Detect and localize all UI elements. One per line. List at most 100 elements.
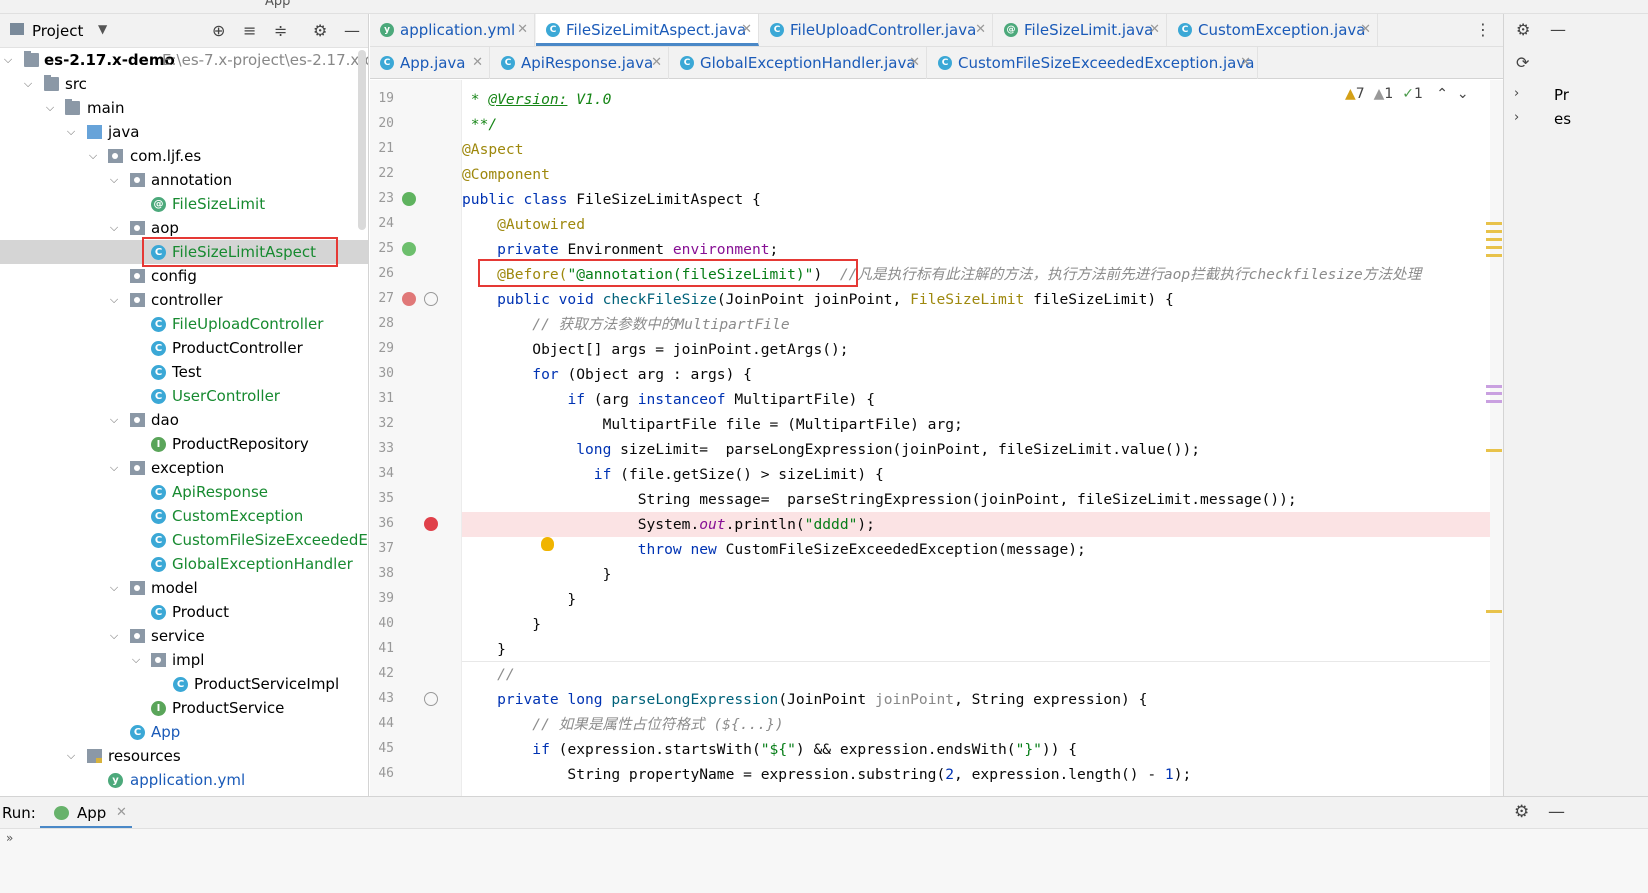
tab-filesizelimit[interactable]: @ FileSizeLimit.java ✕ xyxy=(994,14,1167,46)
chevron-down-icon[interactable]: ⌵ xyxy=(108,288,120,312)
gear-icon[interactable]: ⚙ xyxy=(313,21,327,40)
tree-item-resources[interactable]: ⌵ resources xyxy=(0,744,368,768)
run-console-area[interactable]: » xyxy=(0,828,1648,893)
tree-item-annotation[interactable]: ⌵ annotation xyxy=(0,168,368,192)
tab-globalexceptionhandler[interactable]: C GlobalExceptionHandler.java ✕ xyxy=(670,47,927,79)
hide-panel-icon[interactable]: — xyxy=(344,21,360,40)
expand-all-icon[interactable]: ≡ xyxy=(243,21,256,40)
refresh-icon[interactable]: ⟳ xyxy=(1516,53,1529,72)
tree-item-filesizelimit[interactable]: @ FileSizeLimit xyxy=(0,192,368,216)
run-tab-app[interactable]: App ✕ xyxy=(40,797,132,829)
tree-item-exception[interactable]: ⌵ exception xyxy=(0,456,368,480)
chevron-down-icon[interactable]: ⌵ xyxy=(2,48,14,72)
tree-item-dao[interactable]: ⌵ dao xyxy=(0,408,368,432)
tree-scrollbar[interactable] xyxy=(358,50,366,230)
close-icon[interactable]: ✕ xyxy=(975,14,986,46)
tree-item-controller[interactable]: ⌵ controller xyxy=(0,288,368,312)
editor-gutter[interactable]: 19 20 21 22 23 24 25 26 27 28 29 30 31 3… xyxy=(370,80,462,796)
run-config-selector[interactable]: App xyxy=(265,0,290,9)
tab-customexception[interactable]: C CustomException.java ✕ xyxy=(1168,14,1378,46)
close-icon[interactable]: ✕ xyxy=(741,14,752,46)
advice-icon[interactable] xyxy=(402,292,416,306)
code-editor[interactable]: * @Version: V1.0 **/ @Aspect @Component … xyxy=(462,80,1490,796)
close-icon[interactable]: ✕ xyxy=(517,14,528,46)
tab-filesizelimitaspect[interactable]: C FileSizeLimitAspect.java ✕ xyxy=(536,14,759,46)
tree-item-product[interactable]: C Product xyxy=(0,600,368,624)
warning-marker[interactable] xyxy=(1486,246,1502,249)
spring-bean-icon[interactable] xyxy=(402,192,416,206)
maven-project-item[interactable]: es xyxy=(1554,110,1571,128)
chevron-down-icon[interactable]: ⌵ xyxy=(22,72,34,96)
tree-item-service[interactable]: ⌵ service xyxy=(0,624,368,648)
warning-marker[interactable] xyxy=(1486,449,1502,452)
tree-item-globalexceptionhandler[interactable]: C GlobalExceptionHandler xyxy=(0,552,368,576)
chevron-down-icon[interactable]: ⌵ xyxy=(108,216,120,240)
tree-item-application-yml[interactable]: y application.yml xyxy=(0,768,368,792)
tree-item-customfilesizeexceeded[interactable]: C CustomFileSizeExceededExc xyxy=(0,528,368,552)
tree-item-package[interactable]: ⌵ com.ljf.es xyxy=(0,144,368,168)
search-marker[interactable] xyxy=(1486,392,1502,395)
close-icon[interactable]: ✕ xyxy=(1149,14,1160,46)
close-icon[interactable]: ✕ xyxy=(116,805,127,820)
tree-item-root[interactable]: ⌵ es-2.17.x-demo E:\es-7.x-project\es-2.… xyxy=(0,48,368,72)
maven-project-item[interactable]: Pr xyxy=(1554,86,1569,104)
chevron-down-icon[interactable]: ⌵ xyxy=(108,624,120,648)
tree-item-main[interactable]: ⌵ main xyxy=(0,96,368,120)
tree-item-productserviceimpl[interactable]: C ProductServiceImpl xyxy=(0,672,368,696)
warning-marker[interactable] xyxy=(1486,254,1502,257)
close-icon[interactable]: ✕ xyxy=(1240,47,1251,79)
warning-marker[interactable] xyxy=(1486,238,1502,241)
close-icon[interactable]: ✕ xyxy=(651,47,662,79)
breakpoint-icon[interactable] xyxy=(424,517,438,531)
close-icon[interactable]: ✕ xyxy=(909,47,920,79)
chevron-down-icon[interactable]: ⌵ xyxy=(65,120,77,144)
warning-marker[interactable] xyxy=(1486,230,1502,233)
search-marker[interactable] xyxy=(1486,385,1502,388)
tab-fileuploadcontroller[interactable]: C FileUploadController.java ✕ xyxy=(760,14,993,46)
tree-item-productservice[interactable]: I ProductService xyxy=(0,696,368,720)
collapse-all-icon[interactable]: ≑ xyxy=(274,21,287,40)
tree-item-impl[interactable]: ⌵ impl xyxy=(0,648,368,672)
tab-application-yml[interactable]: y application.yml ✕ xyxy=(370,14,535,46)
editor-scrollbar[interactable] xyxy=(1490,80,1503,796)
chevron-down-icon[interactable]: ⌵ xyxy=(44,96,56,120)
inspection-widget[interactable]: ▲7 ▲1 ✓1 ⌃ ⌄ xyxy=(1345,86,1469,102)
warning-marker[interactable] xyxy=(1486,222,1502,225)
tree-item-fileuploadcontroller[interactable]: C FileUploadController xyxy=(0,312,368,336)
tree-item-customexception[interactable]: C CustomException xyxy=(0,504,368,528)
tab-apiresponse[interactable]: C ApiResponse.java ✕ xyxy=(491,47,669,79)
tree-item-productrepository[interactable]: I ProductRepository xyxy=(0,432,368,456)
close-icon[interactable]: ✕ xyxy=(472,47,483,79)
annotation-gutter-icon[interactable] xyxy=(424,292,438,306)
tab-customfilesizeexceededexception[interactable]: C CustomFileSizeExceededException.java ✕ xyxy=(928,47,1258,79)
autowired-navigation-icon[interactable] xyxy=(402,242,416,256)
annotation-gutter-icon[interactable] xyxy=(424,692,438,706)
gear-icon[interactable]: ⚙ xyxy=(1514,802,1529,822)
tree-item-model[interactable]: ⌵ model xyxy=(0,576,368,600)
warning-marker[interactable] xyxy=(1486,610,1502,613)
close-icon[interactable]: ✕ xyxy=(1360,14,1371,46)
hide-panel-icon[interactable]: — xyxy=(1548,802,1565,822)
chevron-down-icon[interactable]: ▼ xyxy=(98,22,107,36)
previous-highlight-icon[interactable]: ⌃ xyxy=(1436,86,1448,102)
chevron-down-icon[interactable]: ⌵ xyxy=(108,408,120,432)
chevron-right-icon[interactable]: › xyxy=(1514,86,1519,101)
project-view-selector[interactable]: Project xyxy=(32,22,83,40)
chevron-down-icon[interactable]: ⌵ xyxy=(87,144,99,168)
tree-item-usercontroller[interactable]: C UserController xyxy=(0,384,368,408)
tab-app-java[interactable]: C App.java ✕ xyxy=(370,47,490,79)
chevron-right-icon[interactable]: › xyxy=(1514,110,1519,125)
tree-item-config[interactable]: config xyxy=(0,264,368,288)
chevron-down-icon[interactable]: ⌵ xyxy=(108,456,120,480)
tree-item-apiresponse[interactable]: C ApiResponse xyxy=(0,480,368,504)
chevron-down-icon[interactable]: ⌵ xyxy=(108,576,120,600)
chevron-down-icon[interactable]: ⌵ xyxy=(65,744,77,768)
more-options-icon[interactable]: ⋮ xyxy=(1475,20,1491,39)
next-highlight-icon[interactable]: ⌄ xyxy=(1457,86,1469,102)
chevron-down-icon[interactable]: ⌵ xyxy=(130,648,142,672)
tree-item-test[interactable]: C Test xyxy=(0,360,368,384)
gear-icon[interactable]: ⚙ xyxy=(1516,20,1530,39)
hide-panel-icon[interactable]: — xyxy=(1550,20,1566,39)
tree-item-app[interactable]: C App xyxy=(0,720,368,744)
chevron-down-icon[interactable]: ⌵ xyxy=(108,168,120,192)
